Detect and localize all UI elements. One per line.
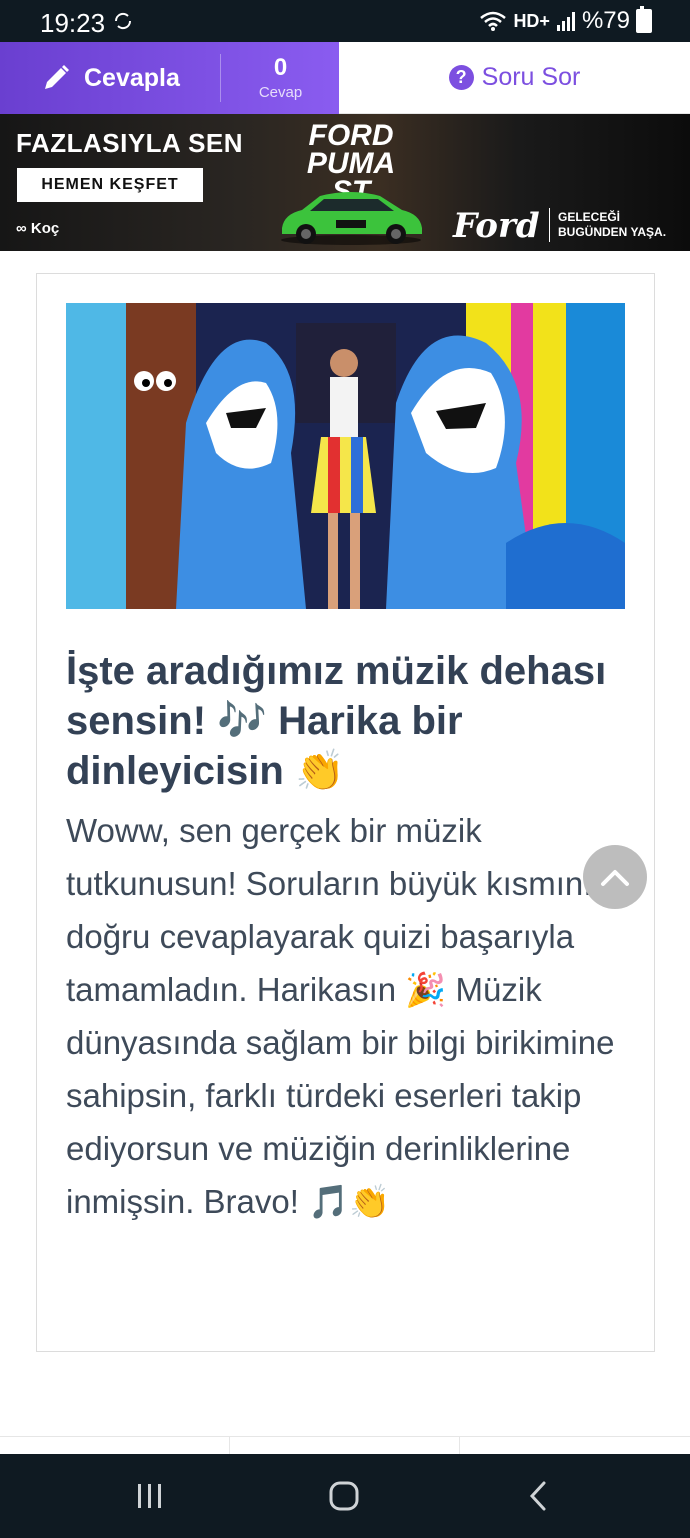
ad-sponsor: Koç (30, 220, 60, 237)
ad-slogan-line1: GELECEĞİ (558, 210, 621, 224)
recent-apps-button[interactable] (120, 1476, 180, 1516)
ask-question-label: Soru Sor (481, 63, 581, 91)
result-image (66, 303, 625, 609)
home-button[interactable] (314, 1476, 374, 1516)
scroll-to-top-button[interactable] (583, 845, 647, 909)
ask-question-button[interactable]: ? Soru Sor (339, 42, 690, 114)
battery-icon (636, 6, 652, 33)
answer-button[interactable]: Cevapla (0, 42, 220, 114)
ad-headline: FAZLASIYLA SEN (16, 128, 244, 158)
recent-apps-icon (138, 1484, 161, 1508)
ad-slogan: GELECEĞİ BUGÜNDEN YAŞA. (558, 210, 666, 240)
footer-tabs-edge (0, 1436, 690, 1455)
back-icon (529, 1481, 546, 1511)
system-nav-bar (0, 1454, 690, 1538)
answer-button-label: Cevapla (84, 63, 180, 92)
koc-logo-icon: ∞ (16, 220, 27, 237)
result-card: İşte aradığımız müzik dehası sensin! 🎶 H… (36, 273, 655, 1352)
result-description: Woww, sen gerçek bir müzik tutkunusun! S… (66, 812, 615, 1220)
ad-slogan-line2: BUGÜNDEN YAŞA. (558, 225, 667, 239)
network-type: HD+ (513, 10, 550, 31)
back-button[interactable] (508, 1476, 568, 1516)
footer-divider (229, 1437, 230, 1455)
status-time: 19:23 (40, 8, 106, 38)
ad-banner[interactable]: FAZLASIYLA SEN HEMEN KEŞFET ∞ Koç FORD P… (0, 114, 690, 251)
wifi-icon (480, 11, 507, 31)
status-indicators: HD+ %79 (479, 6, 652, 35)
answer-count-number: 0 (273, 54, 288, 81)
answer-count[interactable]: 0 Cevap (222, 42, 339, 114)
ad-separator (549, 208, 550, 242)
car-image (281, 192, 422, 245)
chevron-up-icon (601, 870, 629, 886)
ad-brand: Ford (453, 206, 540, 246)
answer-area: Cevapla 0 Cevap (0, 42, 339, 114)
question-icon: ? (448, 65, 474, 90)
home-icon (329, 1481, 359, 1511)
ad-cta-button[interactable]: HEMEN KEŞFET (17, 168, 203, 202)
divider (220, 54, 221, 102)
battery-percent: %79 (581, 7, 630, 34)
status-bar: 19:23 HD+ %79 (0, 0, 690, 42)
answer-count-caption: Cevap (258, 84, 303, 101)
footer-divider (459, 1437, 460, 1455)
ad-sponsor-logo: ∞ Koç (16, 220, 59, 237)
sync-icon (114, 12, 132, 30)
signal-icon (556, 12, 575, 31)
pencil-icon (45, 65, 69, 89)
action-bar: Cevapla 0 Cevap ? Soru Sor (0, 42, 690, 114)
result-title: İşte aradığımız müzik dehası sensin! 🎶 H… (66, 649, 607, 793)
